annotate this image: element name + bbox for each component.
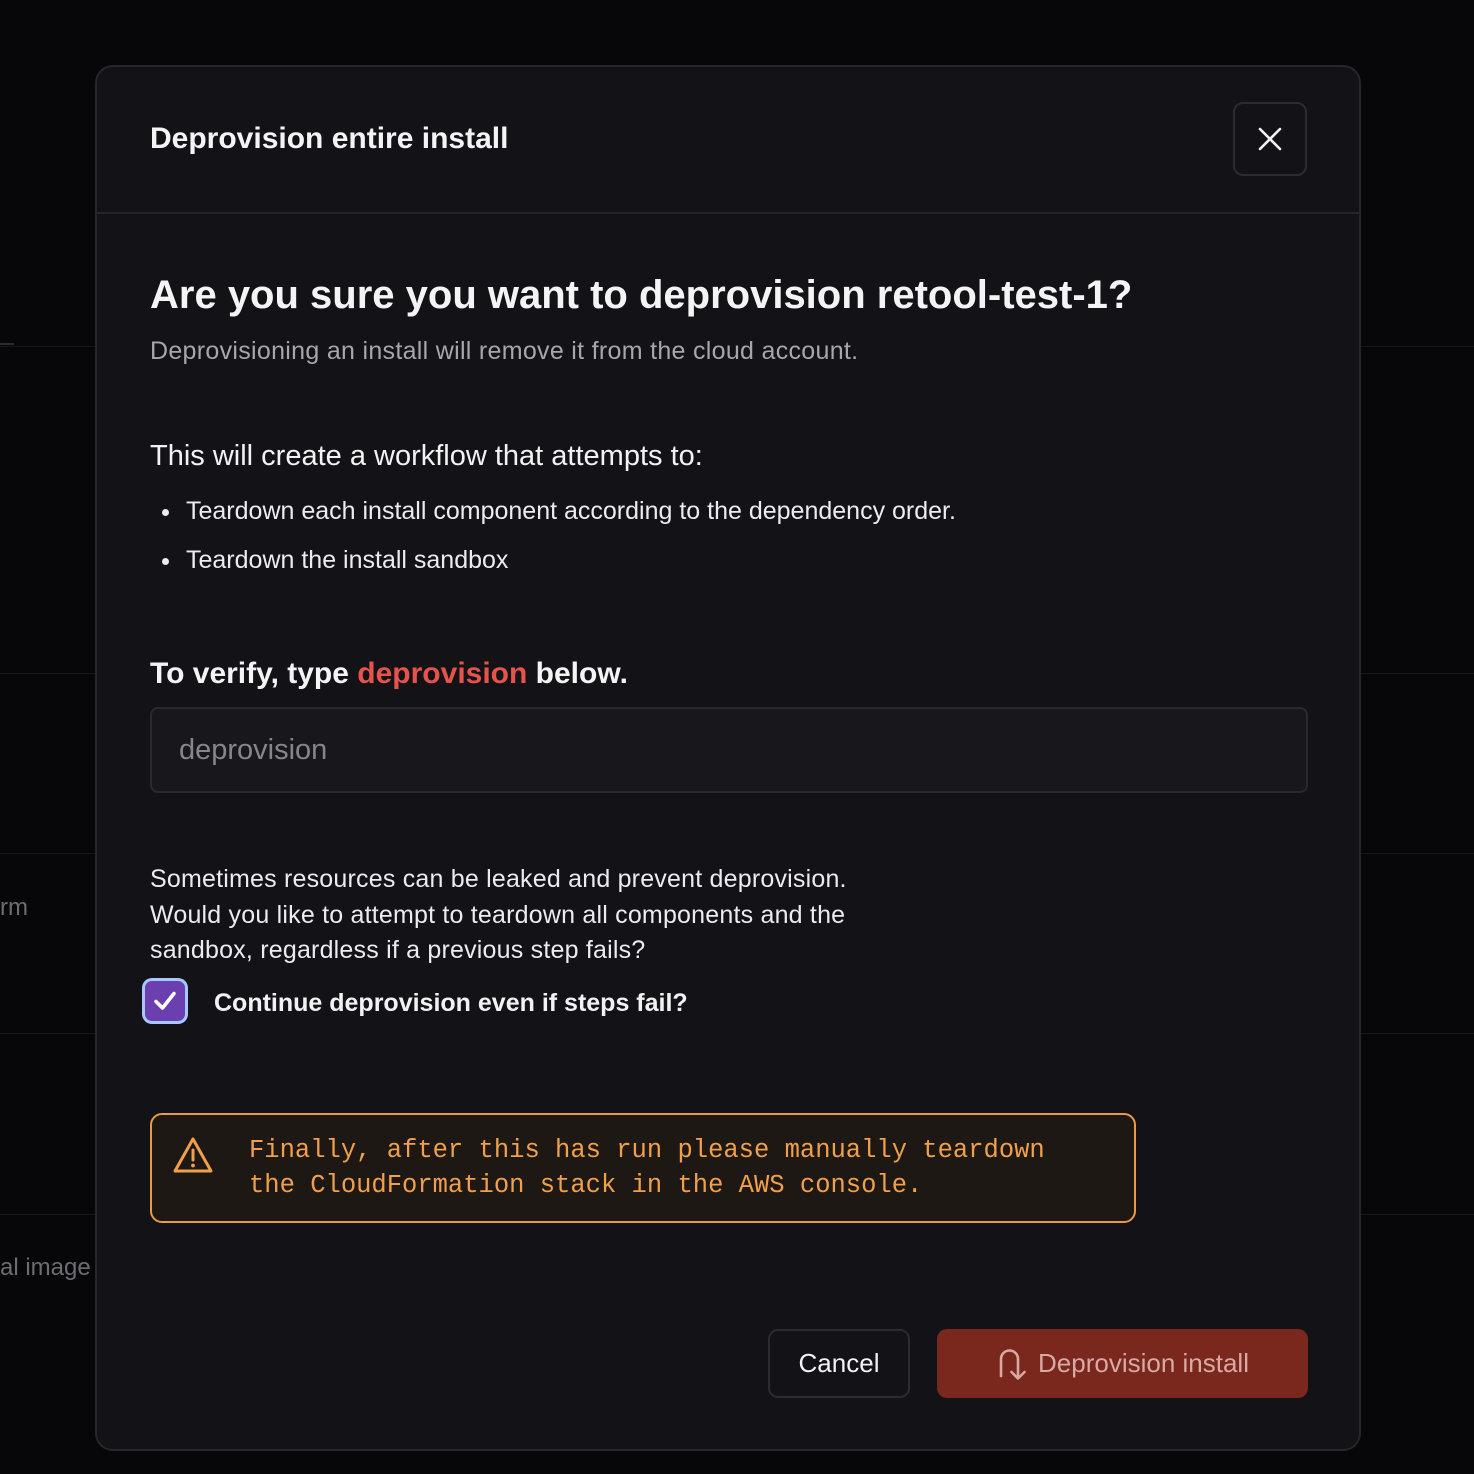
warning-triangle-icon bbox=[173, 1137, 213, 1173]
list-item: Teardown each install component accordin… bbox=[150, 495, 956, 544]
verify-label: To verify, type deprovision below. bbox=[150, 657, 628, 691]
dialog-header: Deprovision entire install bbox=[97, 67, 1359, 214]
leak-note-line: Sometimes resources can be leaked and pr… bbox=[150, 865, 847, 893]
background-divider bbox=[0, 343, 14, 345]
deprovision-install-button[interactable]: Deprovision install bbox=[937, 1329, 1308, 1398]
warning-callout: Finally, after this has run please manua… bbox=[150, 1113, 1136, 1223]
verify-label-prefix: To verify, type bbox=[150, 657, 349, 690]
close-icon bbox=[1258, 127, 1282, 151]
continue-on-failure-label[interactable]: Continue deprovision even if steps fail? bbox=[214, 989, 688, 1018]
verify-keyword: deprovision bbox=[357, 657, 528, 690]
leak-note-line: Would you like to attempt to teardown al… bbox=[150, 900, 846, 929]
workflow-title: This will create a workflow that attempt… bbox=[150, 440, 703, 472]
list-item: Teardown the install sandbox bbox=[150, 544, 956, 593]
checkmark-icon bbox=[154, 991, 176, 1010]
confirmation-subheading: Deprovisioning an install will remove it… bbox=[150, 337, 859, 365]
confirmation-heading: Are you sure you want to deprovision ret… bbox=[150, 273, 1133, 317]
cancel-button[interactable]: Cancel bbox=[768, 1329, 910, 1398]
continue-on-failure-checkbox[interactable] bbox=[145, 981, 185, 1021]
undo-arrow-icon bbox=[999, 1348, 1026, 1380]
workflow-steps-list: Teardown each install component accordin… bbox=[150, 495, 956, 593]
dialog-title: Deprovision entire install bbox=[150, 122, 509, 155]
close-button[interactable] bbox=[1233, 102, 1307, 176]
background-text: rm bbox=[0, 894, 28, 921]
warning-line: Finally, after this has run please manua… bbox=[249, 1136, 1045, 1165]
verify-label-suffix: below. bbox=[535, 657, 628, 690]
leak-note-line: sandbox, regardless if a previous step f… bbox=[150, 936, 646, 964]
warning-line: the CloudFormation stack in the AWS cons… bbox=[249, 1171, 923, 1200]
deprovision-install-label: Deprovision install bbox=[1038, 1348, 1249, 1378]
background-text: al image bbox=[0, 1254, 91, 1281]
warning-text: Finally, after this has run please manua… bbox=[249, 1133, 1119, 1203]
leak-note: Sometimes resources can be leaked and pr… bbox=[150, 862, 970, 969]
verify-input[interactable] bbox=[150, 707, 1308, 793]
deprovision-dialog: Deprovision entire install Are you sure … bbox=[95, 65, 1361, 1451]
